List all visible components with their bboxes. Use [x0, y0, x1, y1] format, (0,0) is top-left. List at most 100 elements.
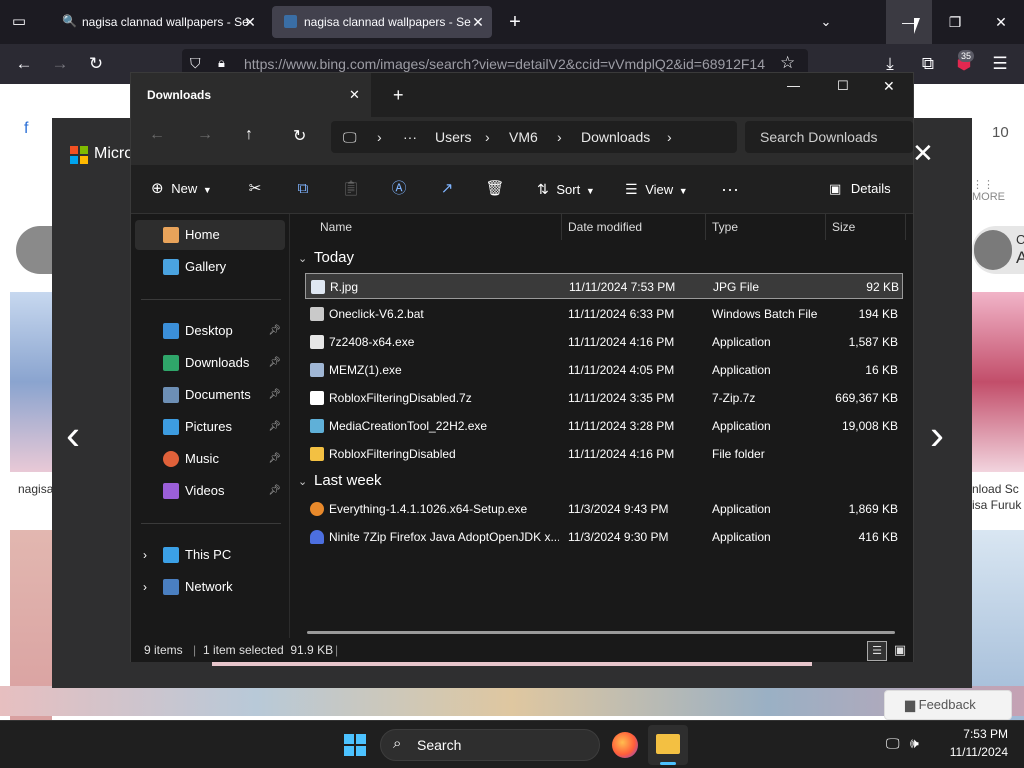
clock-time[interactable]: 7:53 PM	[952, 727, 1008, 741]
firefox-taskbar-icon[interactable]	[612, 732, 638, 758]
paste-icon[interactable]: 📋︎	[341, 179, 361, 199]
prev-image-chevron-icon[interactable]: ‹	[66, 414, 80, 456]
new-tab-button[interactable]: +	[504, 10, 526, 34]
details-pane-button[interactable]: ▣ Details	[829, 165, 891, 213]
cut-icon[interactable]: ✂	[245, 179, 265, 199]
avatar-right[interactable]: C A	[972, 226, 1024, 274]
forward-arrow-icon[interactable]: →	[197, 126, 213, 144]
nav-item-home[interactable]: Home	[135, 220, 285, 250]
more-options-icon[interactable]: ···	[721, 165, 739, 213]
restore-button[interactable]: ❐	[932, 0, 978, 44]
copy-icon[interactable]: ⧉	[293, 179, 313, 199]
nav-item-this-pc[interactable]: › This PC	[135, 540, 285, 570]
collapse-chevron-icon[interactable]: ⌄	[298, 247, 314, 271]
file-row[interactable]: RobloxFilteringDisabled.7z 11/11/2024 3:…	[305, 385, 903, 411]
breadcrumb-item-users[interactable]: Users	[435, 121, 472, 153]
pin-icon[interactable]: 📌︎	[268, 380, 281, 410]
sort-button[interactable]: ⇅ Sort ▼	[537, 165, 595, 213]
nav-item-desktop[interactable]: Desktop 📌︎	[135, 316, 285, 346]
breadcrumb-item-vm6[interactable]: VM6	[509, 121, 538, 153]
horizontal-scrollbar[interactable]	[307, 631, 895, 634]
thumbnail-right-1[interactable]	[972, 292, 1024, 472]
close-explorer-tab-icon[interactable]: ✕	[349, 73, 360, 117]
file-row[interactable]: MediaCreationTool_22H2.exe 11/11/2024 3:…	[305, 413, 903, 439]
file-date: 11/3/2024 9:30 PM	[568, 530, 669, 544]
breadcrumb-overflow-icon[interactable]: ···	[403, 121, 417, 153]
breadcrumb[interactable]: 🖵︎ › ··· Users › VM6 › Downloads ›	[331, 121, 737, 153]
file-row[interactable]: Ninite 7Zip Firefox Java AdoptOpenJDK x.…	[305, 524, 903, 550]
column-header-name[interactable]: Name	[314, 214, 562, 240]
file-row[interactable]: Oneclick-V6.2.bat 11/11/2024 6:33 PM Win…	[305, 301, 903, 327]
column-header-type[interactable]: Type	[706, 214, 826, 240]
avatar-left[interactable]	[16, 226, 52, 274]
new-button[interactable]: ⊕ New ▼	[151, 165, 212, 213]
pin-icon[interactable]: 📌︎	[268, 348, 281, 378]
tab-list-icon[interactable]: ▭	[10, 13, 28, 31]
breadcrumb-item-downloads[interactable]: Downloads	[581, 121, 650, 153]
close-tab-icon[interactable]: ✕	[470, 6, 486, 38]
back-arrow-icon[interactable]: ←	[149, 126, 165, 144]
expand-chevron-icon[interactable]: ›	[143, 572, 147, 602]
pin-icon[interactable]: 📌︎	[268, 476, 281, 506]
pin-icon[interactable]: 📌︎	[268, 412, 281, 442]
group-header-last-week[interactable]: ⌄ Last week	[298, 469, 382, 493]
nav-item-documents[interactable]: Documents 📌︎	[135, 380, 285, 410]
share-icon[interactable]: ↗	[437, 179, 457, 199]
refresh-icon[interactable]: ↻	[293, 126, 306, 146]
tracking-shield-icon[interactable]: ⛉	[190, 55, 201, 72]
start-windows-icon[interactable]	[344, 734, 366, 756]
file-row[interactable]: R.jpg 11/11/2024 7:53 PM JPG File 92 KB	[305, 273, 903, 299]
screen-icon[interactable]: 🖵︎	[886, 735, 900, 752]
nav-item-music[interactable]: Music 📌︎	[135, 444, 285, 474]
rename-icon[interactable]: Ⓐ	[389, 179, 409, 199]
details-view-icon[interactable]: ☰	[867, 641, 887, 661]
file-explorer-taskbar-icon[interactable]	[648, 725, 688, 765]
more-link[interactable]: ⋮⋮ MORE	[972, 178, 1024, 203]
hamburger-menu-icon[interactable]: ☰	[988, 52, 1012, 76]
extensions-puzzle-icon[interactable]: ⧉	[916, 52, 940, 76]
browser-tab-2-active[interactable]: nagisa clannad wallpapers - Se ✕	[272, 6, 492, 38]
forward-arrow-icon[interactable]: →	[48, 52, 72, 76]
file-row[interactable]: 7z2408-x64.exe 11/11/2024 4:16 PM Applic…	[305, 329, 903, 355]
column-header-size[interactable]: Size	[826, 214, 906, 240]
clock-date[interactable]: 11/11/2024	[936, 745, 1008, 759]
delete-icon[interactable]: 🗑︎	[485, 179, 505, 199]
taskbar-search-box[interactable]: ⌕ Search	[380, 729, 600, 761]
feedback-button[interactable]: ▆ Feedback	[884, 690, 1012, 720]
close-tab-icon[interactable]: ✕	[242, 6, 258, 38]
next-image-chevron-icon[interactable]: ›	[930, 414, 944, 456]
nav-item-downloads[interactable]: Downloads 📌︎	[135, 348, 285, 378]
up-arrow-icon[interactable]: ↑	[245, 126, 253, 144]
pin-icon[interactable]: 📌︎	[268, 444, 281, 474]
collapse-chevron-icon[interactable]: ⌄	[298, 470, 314, 494]
back-arrow-icon[interactable]: ←	[12, 52, 36, 76]
explorer-close-button[interactable]: ✕	[883, 73, 895, 99]
thumbnail-left-1[interactable]	[10, 292, 52, 472]
network-volume-icon[interactable]: 🕪︎	[910, 735, 919, 752]
pin-icon[interactable]: 📌︎	[268, 316, 281, 346]
expand-chevron-icon[interactable]: ›	[143, 540, 147, 570]
search-downloads-input[interactable]: Search Downloads	[745, 121, 913, 153]
nav-item-videos[interactable]: Videos 📌︎	[135, 476, 285, 506]
nav-item-gallery[interactable]: Gallery	[135, 252, 285, 282]
lock-icon[interactable]: 🔒︎	[218, 55, 225, 71]
group-header-today[interactable]: ⌄ Today	[298, 246, 354, 270]
tiles-view-icon[interactable]: ▣	[891, 641, 909, 659]
list-all-tabs-chevron-icon[interactable]: ⌄	[816, 12, 836, 32]
file-row[interactable]: RobloxFilteringDisabled 11/11/2024 4:16 …	[305, 441, 903, 467]
column-header-date[interactable]: Date modified	[562, 214, 706, 240]
file-row[interactable]: Everything-1.4.1.1026.x64-Setup.exe 11/3…	[305, 496, 903, 522]
close-window-button[interactable]: ✕	[978, 0, 1024, 44]
new-explorer-tab-button[interactable]: +	[393, 73, 404, 117]
file-row[interactable]: MEMZ(1).exe 11/11/2024 4:05 PM Applicati…	[305, 357, 903, 383]
reload-icon[interactable]: ↻	[84, 52, 108, 76]
explorer-tab-downloads[interactable]: Downloads ✕	[131, 73, 371, 117]
nav-item-pictures[interactable]: Pictures 📌︎	[135, 412, 285, 442]
explorer-minimize-button[interactable]: —	[787, 73, 800, 99]
explorer-maximize-button[interactable]: ☐	[837, 73, 849, 99]
nav-item-network[interactable]: › Network	[135, 572, 285, 602]
view-button[interactable]: ☰ View ▼	[625, 165, 688, 213]
bookmark-star-icon[interactable]: ☆	[780, 53, 795, 73]
browser-tab-1[interactable]: 🔍 nagisa clannad wallpapers - Se ✕	[50, 6, 264, 38]
close-overlay-icon[interactable]: ✕	[912, 140, 934, 166]
